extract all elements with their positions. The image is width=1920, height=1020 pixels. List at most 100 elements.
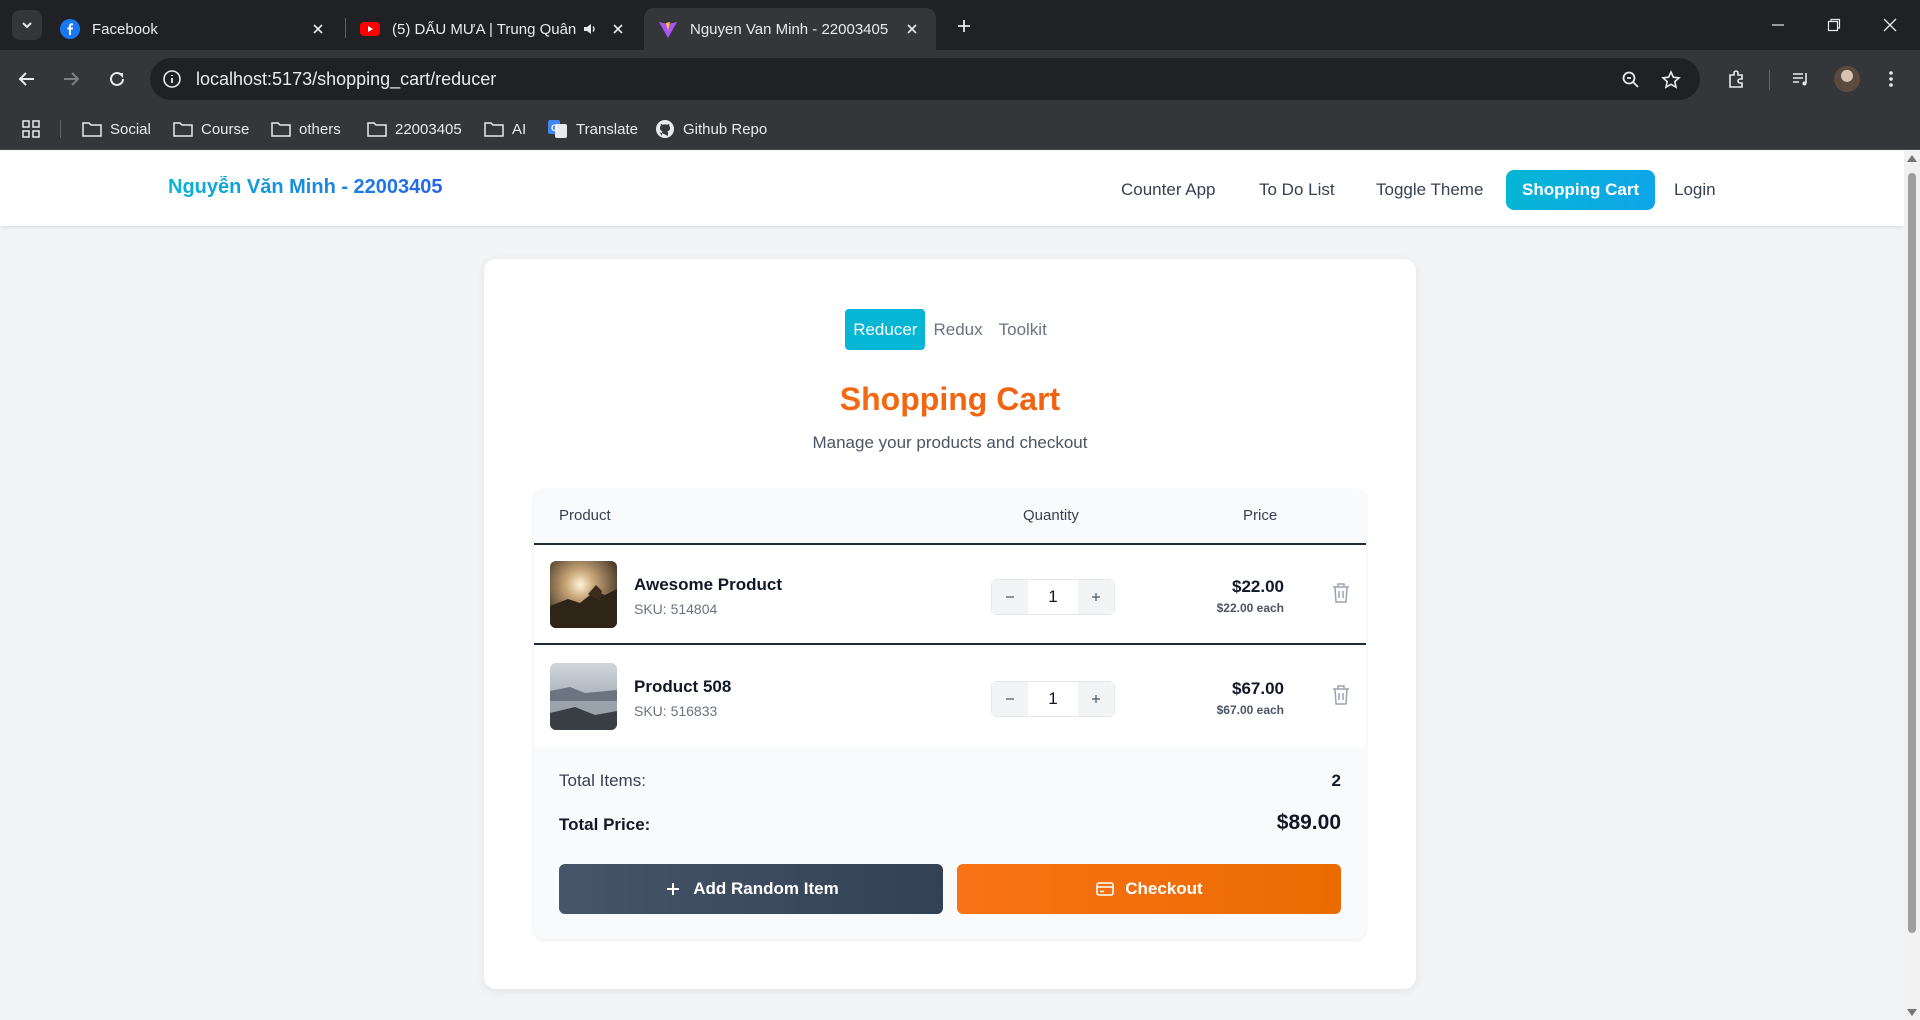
nav-shopping-cart[interactable]: Shopping Cart xyxy=(1506,170,1656,210)
product-sku: SKU: 514804 xyxy=(634,601,718,617)
tab-active[interactable]: Nguyen Van Minh - 22003405 xyxy=(644,8,936,50)
table-row: Product 508 SKU: 516833 1 $67.00 $67.00 … xyxy=(534,647,1366,747)
quantity-value[interactable]: 1 xyxy=(1028,682,1078,716)
tab-title: Facebook xyxy=(92,20,158,38)
star-icon[interactable] xyxy=(1660,69,1682,91)
zoom-icon[interactable] xyxy=(1620,69,1642,91)
add-random-item-button[interactable]: Add Random Item xyxy=(559,864,943,914)
minimize-button[interactable] xyxy=(1758,10,1798,40)
speaker-icon[interactable] xyxy=(580,19,600,39)
bookmark-ai[interactable]: AI xyxy=(484,118,526,140)
tab-search-button[interactable] xyxy=(12,10,42,40)
unit-price: $22.00 each xyxy=(1216,601,1284,615)
quantity-stepper: 1 xyxy=(991,579,1115,615)
trash-icon[interactable] xyxy=(1330,683,1352,707)
github-icon xyxy=(655,120,675,138)
bookmark-others[interactable]: others xyxy=(271,118,341,140)
translate-icon: G xyxy=(548,120,568,138)
product-image xyxy=(550,561,617,628)
address-bar[interactable]: localhost:5173/shopping_cart/reducer xyxy=(150,58,1700,100)
bookmark-label: AI xyxy=(512,120,527,138)
increase-quantity-button[interactable] xyxy=(1078,580,1114,614)
column-quantity: Quantity xyxy=(1023,507,1079,524)
add-random-item-label: Add Random Item xyxy=(693,879,839,898)
price-cell: $67.00 $67.00 each xyxy=(1217,679,1284,717)
plus-icon xyxy=(1092,593,1100,601)
app-header: Nguyễn Văn Minh - 22003405 Counter App T… xyxy=(0,151,1904,226)
chevron-down-icon xyxy=(22,22,32,29)
folder-icon xyxy=(82,120,102,138)
product-name: Awesome Product xyxy=(634,575,783,594)
increase-quantity-button[interactable] xyxy=(1078,682,1114,716)
brand-title[interactable]: Nguyễn Văn Minh - 22003405 xyxy=(168,176,443,199)
extensions-icon[interactable] xyxy=(1721,64,1751,94)
plus-icon xyxy=(1092,695,1100,703)
close-icon[interactable] xyxy=(608,19,628,39)
close-window-button[interactable] xyxy=(1870,10,1910,40)
reload-button[interactable] xyxy=(102,64,132,94)
scroll-down-icon[interactable] xyxy=(1907,1009,1917,1016)
minus-icon xyxy=(1006,596,1014,598)
folder-icon xyxy=(484,120,504,138)
tab-youtube[interactable]: (5) DẤU MƯA | Trung Quân xyxy=(346,8,642,50)
media-icon[interactable] xyxy=(1786,64,1816,94)
nav-login[interactable]: Login xyxy=(1658,170,1732,210)
bookmark-translate[interactable]: G Translate xyxy=(548,118,638,140)
bookmark-label: Social xyxy=(110,120,151,138)
back-button[interactable] xyxy=(12,64,42,94)
table-header: Product Quantity Price xyxy=(534,489,1366,545)
quantity-stepper: 1 xyxy=(991,681,1115,717)
nav-to-do-list[interactable]: To Do List xyxy=(1243,170,1351,210)
profile-avatar[interactable] xyxy=(1834,66,1860,92)
tab-redux[interactable]: Redux xyxy=(925,309,990,350)
nav-toggle-theme[interactable]: Toggle Theme xyxy=(1360,170,1499,210)
tab-facebook[interactable]: Facebook xyxy=(46,8,342,50)
browser-toolbar: localhost:5173/shopping_cart/reducer xyxy=(0,50,1920,108)
decrease-quantity-button[interactable] xyxy=(992,682,1028,716)
nav-counter-app[interactable]: Counter App xyxy=(1105,170,1232,210)
total-price-value: $89.00 xyxy=(1276,811,1341,834)
close-icon[interactable] xyxy=(308,19,328,39)
bookmark-course[interactable]: Course xyxy=(173,118,249,140)
scrollbar-thumb[interactable] xyxy=(1908,173,1916,933)
page-scrollbar[interactable] xyxy=(1904,151,1920,1020)
trash-icon[interactable] xyxy=(1330,581,1352,605)
folder-icon xyxy=(271,120,291,138)
column-product: Product xyxy=(559,507,611,524)
menu-icon[interactable] xyxy=(1876,64,1906,94)
forward-button[interactable] xyxy=(56,64,86,94)
bookmark-label: Github Repo xyxy=(683,120,768,138)
bookmark-22003405[interactable]: 22003405 xyxy=(367,118,462,140)
bookmark-label: Course xyxy=(201,120,250,138)
quantity-value[interactable]: 1 xyxy=(1028,580,1078,614)
plus-icon xyxy=(663,879,683,899)
scroll-up-icon[interactable] xyxy=(1907,155,1917,162)
browser-tab-strip: Facebook (5) DẤU MƯA | Trung Quân Nguyen… xyxy=(0,0,1920,50)
bookmarks-bar: Social Course others 22003405 AI G Trans… xyxy=(0,108,1920,150)
bookmark-label: others xyxy=(299,120,341,138)
arrow-right-icon xyxy=(64,72,80,86)
url-text[interactable]: localhost:5173/shopping_cart/reducer xyxy=(196,69,496,90)
new-tab-button[interactable] xyxy=(950,12,978,40)
tab-reducer[interactable]: Reducer xyxy=(845,309,926,350)
page-subtitle: Manage your products and checkout xyxy=(812,433,1088,452)
table-row: Awesome Product SKU: 514804 1 $22.00 $22… xyxy=(534,545,1366,645)
apps-icon[interactable] xyxy=(22,118,40,140)
bookmark-social[interactable]: Social xyxy=(82,118,151,140)
page-title: Shopping Cart xyxy=(484,381,1416,418)
tab-toolkit[interactable]: Toolkit xyxy=(991,309,1055,350)
decrease-quantity-button[interactable] xyxy=(992,580,1028,614)
minimize-icon xyxy=(1772,24,1784,26)
close-icon[interactable] xyxy=(902,19,922,39)
vite-icon xyxy=(658,19,678,39)
column-price: Price xyxy=(1243,507,1278,524)
page-viewport: Nguyễn Văn Minh - 22003405 Counter App T… xyxy=(0,151,1904,1020)
restore-button[interactable] xyxy=(1814,10,1854,40)
site-info-icon[interactable] xyxy=(162,69,182,89)
bookmark-github-repo[interactable]: Github Repo xyxy=(655,118,767,140)
bookmarks-separator xyxy=(60,120,61,138)
line-total: $67.00 xyxy=(1232,679,1284,698)
checkout-button[interactable]: Checkout xyxy=(957,864,1341,914)
svg-text:G: G xyxy=(551,123,558,133)
product-name: Product 508 xyxy=(634,677,732,696)
